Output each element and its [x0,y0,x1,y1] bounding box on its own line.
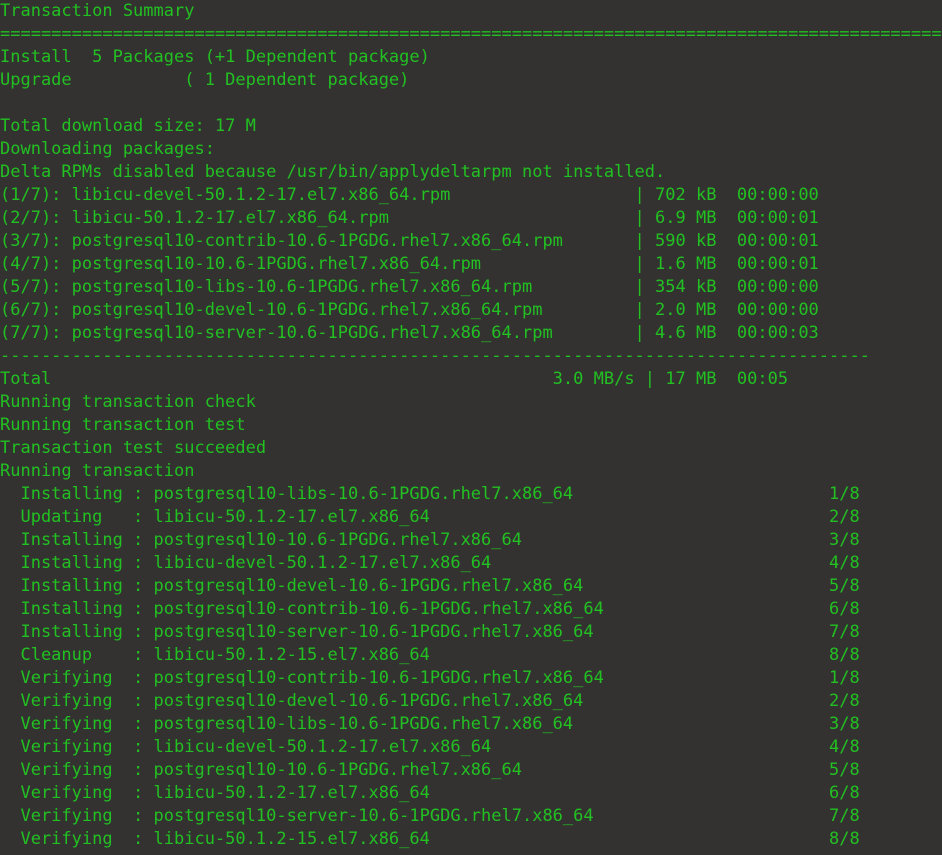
transaction-step-line: Verifying : libicu-50.1.2-17.el7.x86_64 … [0,783,860,803]
transaction-step-line: Verifying : postgresql10-libs-10.6-1PGDG… [0,714,860,734]
transaction-step-line: Installing : postgresql10-server-10.6-1P… [0,622,860,642]
download-progress-list: (1/7): libicu-devel-50.1.2-17.el7.x86_64… [0,184,942,345]
download-line: (2/7): libicu-50.1.2-17.el7.x86_64.rpm |… [0,208,819,228]
download-line: (3/7): postgresql10-contrib-10.6-1PGDG.r… [0,231,819,251]
transaction-step-line: Updating : libicu-50.1.2-17.el7.x86_64 2… [0,507,860,527]
transaction-step-line: Verifying : postgresql10-server-10.6-1PG… [0,806,860,826]
terminal-screen[interactable]: Transaction Summary ====================… [0,0,942,855]
transaction-step-line: Verifying : libicu-50.1.2-15.el7.x86_64 … [0,829,860,849]
download-line: (1/7): libicu-devel-50.1.2-17.el7.x86_64… [0,185,819,205]
transaction-test-succeeded-line: Transaction test succeeded [0,438,267,458]
download-line: (6/7): postgresql10-devel-10.6-1PGDG.rhe… [0,300,819,320]
transaction-step-line: Verifying : postgresql10-contrib-10.6-1P… [0,668,860,688]
download-line: (7/7): postgresql10-server-10.6-1PGDG.rh… [0,323,819,343]
transaction-step-line: Installing : postgresql10-10.6-1PGDG.rhe… [0,530,860,550]
running-transaction-test-line: Running transaction test [0,415,246,435]
transaction-step-line: Cleanup : libicu-50.1.2-15.el7.x86_64 8/… [0,645,860,665]
transaction-step-line: Installing : postgresql10-contrib-10.6-1… [0,599,860,619]
download-line: (5/7): postgresql10-libs-10.6-1PGDG.rhel… [0,277,819,297]
total-download-size-line: Total download size: 17 M [0,116,256,136]
running-transaction-check-line: Running transaction check [0,392,256,412]
running-transaction-line: Running transaction [0,461,195,481]
transaction-step-line: Installing : postgresql10-devel-10.6-1PG… [0,576,860,596]
transaction-step-line: Verifying : libicu-devel-50.1.2-17.el7.x… [0,737,860,757]
transaction-step-line: Installing : libicu-devel-50.1.2-17.el7.… [0,553,860,573]
install-summary-line: Install 5 Packages (+1 Dependent package… [0,47,430,67]
equals-rule: ========================================… [0,24,942,44]
transaction-step-line: Installing : postgresql10-libs-10.6-1PGD… [0,484,860,504]
dash-rule: ----------------------------------------… [0,346,870,366]
download-total-line: Total 3.0 MB/s | 17 MB 00:05 [0,369,789,389]
transaction-step-list: Installing : postgresql10-libs-10.6-1PGD… [0,483,942,851]
download-line: (4/7): postgresql10-10.6-1PGDG.rhel7.x86… [0,254,819,274]
transaction-step-line: Verifying : postgresql10-10.6-1PGDG.rhel… [0,760,860,780]
transaction-summary-heading: Transaction Summary [0,1,195,21]
delta-rpm-notice: Delta RPMs disabled because /usr/bin/app… [0,162,666,182]
upgrade-summary-line: Upgrade ( 1 Dependent package) [0,70,410,90]
transaction-step-line: Verifying : postgresql10-devel-10.6-1PGD… [0,691,860,711]
downloading-packages-label: Downloading packages: [0,139,215,159]
